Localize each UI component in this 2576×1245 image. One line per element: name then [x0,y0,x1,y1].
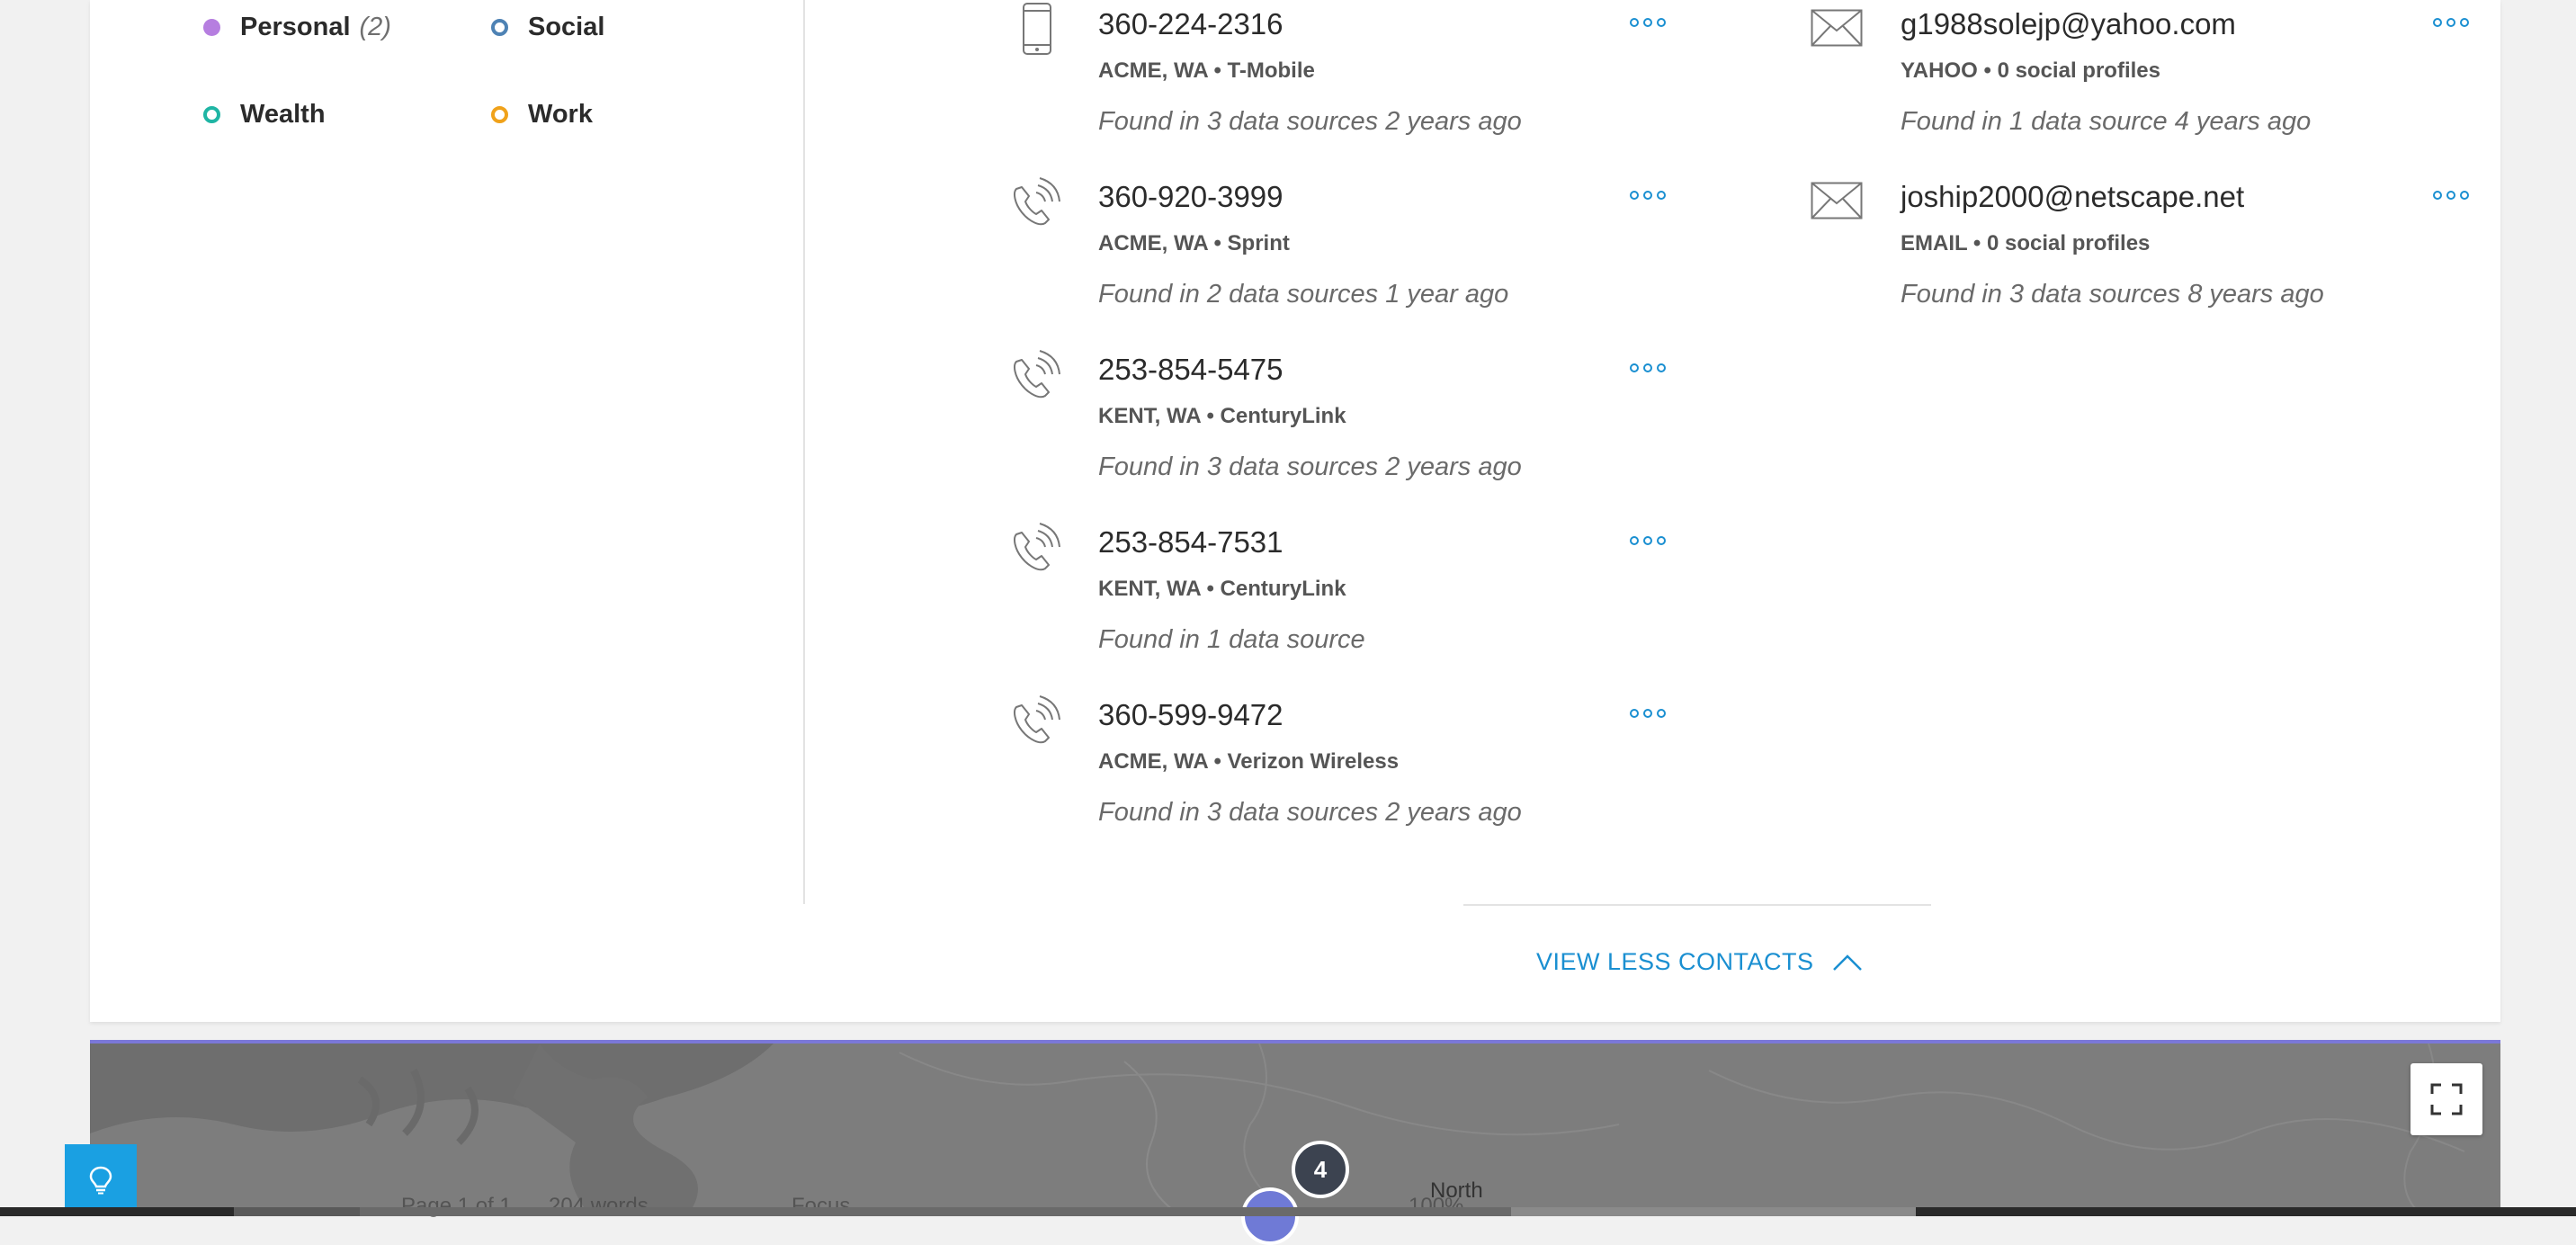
separator: • [1206,577,1214,601]
mobile-phone-icon [1023,3,1051,55]
social-ring-icon [491,19,508,36]
email-provider: YAHOO [1901,58,1978,83]
separator: • [1972,231,1981,255]
email-address[interactable]: joship2000@netscape.net [1901,180,2244,214]
found-note: Found in 3 data sources 2 years ago [1098,107,1522,136]
more-options-icon[interactable] [2433,16,2469,29]
legend-item-work[interactable]: Work [491,100,593,130]
phone-meta: ACME, WA • Sprint [1098,231,1290,256]
email-address[interactable]: g1988solejp@yahoo.com [1901,7,2236,41]
taskbar-strip [0,1207,2576,1216]
landline-phone-icon [1014,177,1060,226]
phone-location: ACME, WA [1098,749,1208,774]
phone-meta: KENT, WA • CenturyLink [1098,577,1346,602]
legend-item-wealth[interactable]: Wealth [203,100,326,130]
help-tip-button[interactable] [65,1144,137,1216]
view-less-label: VIEW LESS CONTACTS [1536,948,1814,975]
column-divider [803,0,805,904]
map-marker[interactable] [1241,1187,1299,1245]
separator: • [1213,749,1221,774]
separator: • [1213,231,1221,255]
footer-divider [1463,904,1931,906]
email-provider: EMAIL [1901,231,1968,255]
separator: • [1213,58,1221,83]
separator: • [1983,58,1991,83]
phone-carrier: CenturyLink [1220,577,1346,601]
personal-dot-icon [203,19,220,36]
envelope-icon [1811,182,1863,219]
legend-label-personal: Personal [240,13,351,41]
landline-phone-icon [1014,350,1060,399]
found-note: Found in 1 data source [1098,625,1365,654]
map-terrain [90,1043,2465,1216]
legend-label-work: Work [528,100,593,129]
lightbulb-icon [89,1166,112,1195]
phone-meta: ACME, WA • T-Mobile [1098,58,1315,84]
separator: • [1206,404,1214,428]
phone-number[interactable]: 253-854-5475 [1098,353,1284,387]
legend-count-personal: (2) [359,13,391,41]
phone-meta: KENT, WA • CenturyLink [1098,404,1346,429]
landline-phone-icon [1014,523,1060,571]
email-meta: YAHOO • 0 social profiles [1901,58,2160,84]
fullscreen-button[interactable] [2411,1063,2482,1135]
phone-location: ACME, WA [1098,231,1208,255]
more-options-icon[interactable] [2433,189,2469,202]
more-options-icon[interactable] [1630,189,1666,202]
map-cluster-marker[interactable]: 4 [1292,1141,1349,1198]
phone-location: KENT, WA [1098,577,1201,601]
legend-label-wealth: Wealth [240,100,326,129]
found-note: Found in 3 data sources 2 years ago [1098,452,1522,481]
view-less-contacts-button[interactable]: VIEW LESS CONTACTS [1536,948,1863,976]
found-note: Found in 2 data sources 1 year ago [1098,280,1509,309]
legend-label-social: Social [528,13,605,41]
more-options-icon[interactable] [1630,362,1666,374]
legend-item-personal[interactable]: Personal (2) [203,13,391,42]
expand-icon [2430,1083,2463,1115]
found-note: Found in 3 data sources 8 years ago [1901,280,2324,309]
landline-phone-icon [1014,695,1060,744]
more-options-icon[interactable] [1630,707,1666,720]
envelope-icon [1811,9,1863,47]
legend-item-social[interactable]: Social [491,13,604,42]
more-options-icon[interactable] [1630,534,1666,547]
phone-location: KENT, WA [1098,404,1201,428]
social-profiles-count: 0 social profiles [1997,58,2160,83]
contacts-card [90,0,2500,1022]
social-profiles-count: 0 social profiles [1986,231,2151,255]
phone-carrier: Sprint [1227,231,1290,255]
phone-number[interactable]: 360-599-9472 [1098,698,1284,732]
phone-location: ACME, WA [1098,58,1208,83]
wealth-ring-icon [203,106,220,123]
found-note: Found in 1 data source 4 years ago [1901,107,2312,136]
phone-carrier: CenturyLink [1220,404,1346,428]
phone-carrier: Verizon Wireless [1227,749,1400,774]
map-view[interactable] [90,1040,2500,1216]
chevron-up-icon [1832,954,1862,971]
more-options-icon[interactable] [1630,16,1666,29]
phone-number[interactable]: 360-920-3999 [1098,180,1284,214]
phone-number[interactable]: 253-854-7531 [1098,525,1284,560]
phone-carrier: T-Mobile [1227,58,1315,83]
email-meta: EMAIL • 0 social profiles [1901,231,2150,256]
found-note: Found in 3 data sources 2 years ago [1098,798,1522,827]
phone-meta: ACME, WA • Verizon Wireless [1098,749,1399,775]
work-ring-icon [491,106,508,123]
phone-number[interactable]: 360-224-2316 [1098,7,1284,41]
